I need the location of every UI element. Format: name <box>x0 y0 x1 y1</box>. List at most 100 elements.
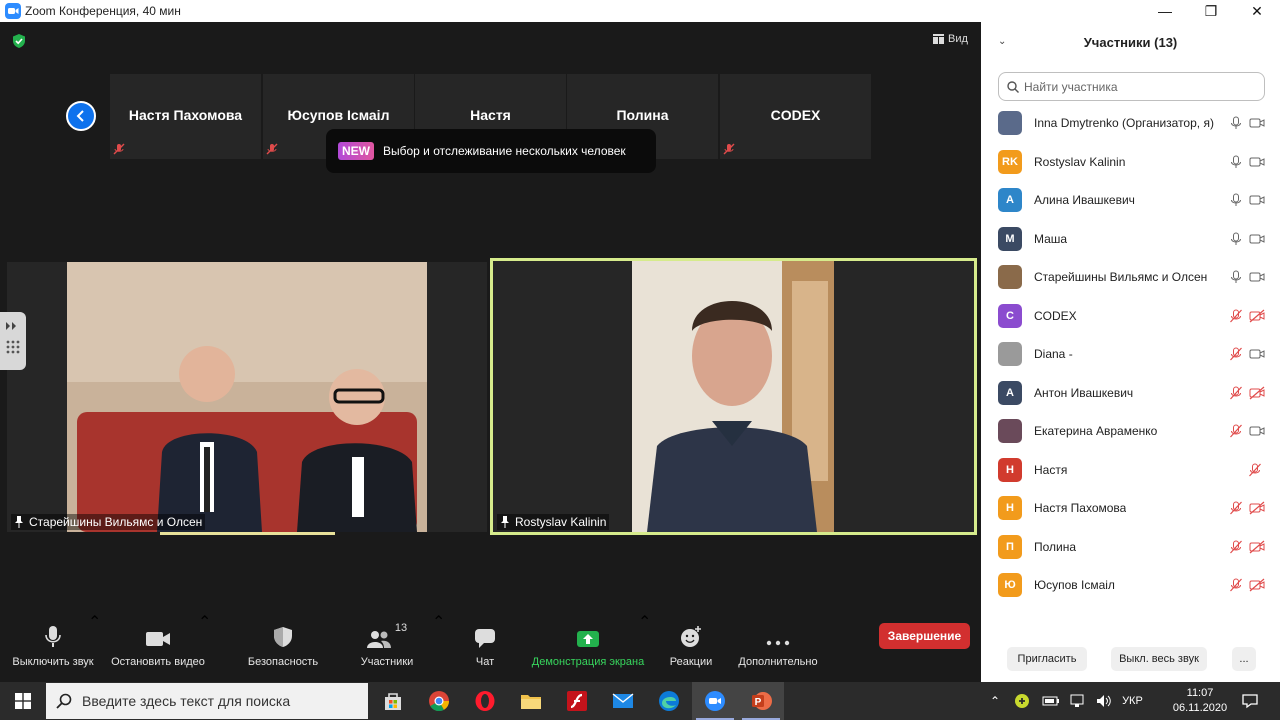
side-drawer-handle[interactable] <box>0 312 26 370</box>
participant-row[interactable]: П Полина <box>981 528 1280 567</box>
participants-options-caret[interactable]: ⌃ <box>432 612 445 632</box>
share-screen-button[interactable]: Демонстрация экрана <box>528 612 648 682</box>
participant-name: Настя Пахомова <box>1034 501 1127 516</box>
taskbar-clock[interactable]: 11:07 06.11.2020 <box>1170 686 1230 716</box>
participants-button[interactable]: 13 Участники <box>352 612 422 682</box>
mic-off-icon[interactable] <box>1230 309 1242 323</box>
flash-app[interactable] <box>554 682 600 720</box>
mic-off-icon[interactable] <box>1230 386 1242 400</box>
participant-row[interactable]: RK Rostyslav Kalinin <box>981 143 1280 182</box>
participant-name: Юсупов Ісмаіл <box>1034 578 1115 593</box>
end-meeting-button[interactable]: Завершение <box>879 623 970 649</box>
chrome-app[interactable] <box>416 682 462 720</box>
participant-row[interactable]: Ю Юсупов Ісмаіл <box>981 566 1280 605</box>
tooltip-text: Выбор и отслеживание нескольких человек <box>383 144 626 158</box>
network-icon[interactable] <box>1070 694 1086 708</box>
participant-tile[interactable]: Настя Пахомова <box>110 74 261 159</box>
mic-on-icon[interactable] <box>1230 232 1242 246</box>
mic-off-icon[interactable] <box>1230 501 1242 515</box>
camera-on-icon[interactable] <box>1249 193 1265 207</box>
share-options-caret[interactable]: ⌃ <box>638 612 651 632</box>
powerpoint-icon: P <box>752 692 772 710</box>
panel-header: ⌄ Участники (13) <box>981 22 1280 62</box>
camera-off-icon[interactable] <box>1249 578 1265 592</box>
participant-row[interactable]: C CODEX <box>981 297 1280 336</box>
view-button[interactable]: Вид <box>933 33 968 45</box>
edge-app[interactable] <box>646 682 692 720</box>
participant-search[interactable] <box>998 72 1265 101</box>
participant-row[interactable]: Diana - <box>981 335 1280 374</box>
mic-on-icon[interactable] <box>1230 116 1242 130</box>
reactions-button[interactable]: Реакции <box>666 612 716 682</box>
participant-row[interactable]: Н Настя <box>981 451 1280 490</box>
video-name: Старейшины Вильямс и Олсен <box>29 515 203 529</box>
mic-on-icon[interactable] <box>1230 155 1242 169</box>
meeting-toolbar: Выключить звук ⌃ Остановить видео ⌃ Безо… <box>0 612 980 682</box>
participant-row[interactable]: Старейшины Вильямс и Олсен <box>981 258 1280 297</box>
camera-off-icon[interactable] <box>1249 309 1265 323</box>
participant-name: Diana - <box>1034 347 1073 362</box>
stop-video-button[interactable]: Остановить видео <box>108 612 208 682</box>
participant-row[interactable]: Н Настя Пахомова <box>981 489 1280 528</box>
mic-on-icon[interactable] <box>1230 270 1242 284</box>
maximize-button[interactable]: ❐ <box>1188 0 1234 22</box>
participant-row[interactable]: М Маша <box>981 220 1280 259</box>
powerpoint-app[interactable]: P <box>738 682 784 720</box>
participant-name: Настя <box>1034 462 1068 477</box>
security-button[interactable]: Безопасность <box>243 612 323 682</box>
battery-icon[interactable] <box>1042 695 1060 707</box>
camera-on-icon[interactable] <box>1249 232 1265 246</box>
mail-app[interactable] <box>600 682 646 720</box>
chat-button[interactable]: Чат <box>460 612 510 682</box>
clock-time: 11:07 <box>1186 687 1214 699</box>
mic-off-icon[interactable] <box>1230 424 1242 438</box>
avatar <box>998 111 1022 136</box>
close-button[interactable]: ✕ <box>1234 0 1280 22</box>
camera-on-icon[interactable] <box>1249 347 1265 361</box>
camera-on-icon[interactable] <box>1249 116 1265 130</box>
mic-off-icon[interactable] <box>1249 463 1261 477</box>
video-tile-rostyslav[interactable]: Rostyslav Kalinin <box>490 258 977 535</box>
volume-icon[interactable] <box>1096 694 1112 708</box>
video-tile-elders[interactable]: Старейшины Вильямс и Олсен <box>7 262 487 532</box>
search-input[interactable] <box>1024 79 1254 94</box>
tray-expand-chevron-icon[interactable]: ⌃ <box>990 694 1000 708</box>
update-icon[interactable] <box>1014 693 1030 709</box>
participant-row[interactable]: Екатерина Авраменко <box>981 412 1280 451</box>
camera-off-icon[interactable] <box>1249 386 1265 400</box>
opera-app[interactable] <box>462 682 508 720</box>
participant-row[interactable]: Inna Dmytrenko (Организатор, я) <box>981 104 1280 143</box>
camera-on-icon[interactable] <box>1249 424 1265 438</box>
start-button[interactable] <box>0 682 46 720</box>
camera-on-icon[interactable] <box>1249 155 1265 169</box>
participant-tile[interactable]: CODEX <box>720 74 871 159</box>
panel-more-button[interactable]: ... <box>1232 647 1256 671</box>
camera-off-icon[interactable] <box>1249 540 1265 554</box>
invite-button[interactable]: Пригласить <box>1007 647 1087 671</box>
store-app[interactable] <box>370 682 416 720</box>
mute-button[interactable]: Выключить звук <box>8 612 98 682</box>
participant-row[interactable]: А Антон Ивашкевич <box>981 374 1280 413</box>
language-indicator[interactable]: УКР <box>1122 695 1143 707</box>
mic-off-icon[interactable] <box>1230 578 1242 592</box>
mail-envelope-icon <box>612 693 634 708</box>
mic-off-icon[interactable] <box>1230 347 1242 361</box>
taskbar-search[interactable]: Введите здесь текст для поиска <box>46 683 368 719</box>
camera-off-icon[interactable] <box>1249 501 1265 515</box>
mic-on-icon[interactable] <box>1230 193 1242 207</box>
mute-all-button[interactable]: Выкл. весь звук <box>1111 647 1207 671</box>
video-options-caret[interactable]: ⌃ <box>198 612 211 632</box>
mic-off-icon[interactable] <box>1230 540 1242 554</box>
previous-page-button[interactable] <box>66 101 96 131</box>
notifications-icon[interactable] <box>1242 693 1258 709</box>
minimize-button[interactable]: — <box>1142 0 1188 22</box>
camera-on-icon[interactable] <box>1249 270 1265 284</box>
audio-options-caret[interactable]: ⌃ <box>88 612 101 632</box>
encryption-shield-icon[interactable] <box>11 33 27 49</box>
more-button[interactable]: Дополнительно <box>733 612 823 682</box>
new-feature-tooltip[interactable]: NEW Выбор и отслеживание нескольких чело… <box>326 129 656 173</box>
participant-row[interactable]: А Алина Ивашкевич <box>981 181 1280 220</box>
file-explorer-app[interactable] <box>508 682 554 720</box>
zoom-app[interactable] <box>692 682 738 720</box>
participant-name: Алина Ивашкевич <box>1034 193 1135 208</box>
